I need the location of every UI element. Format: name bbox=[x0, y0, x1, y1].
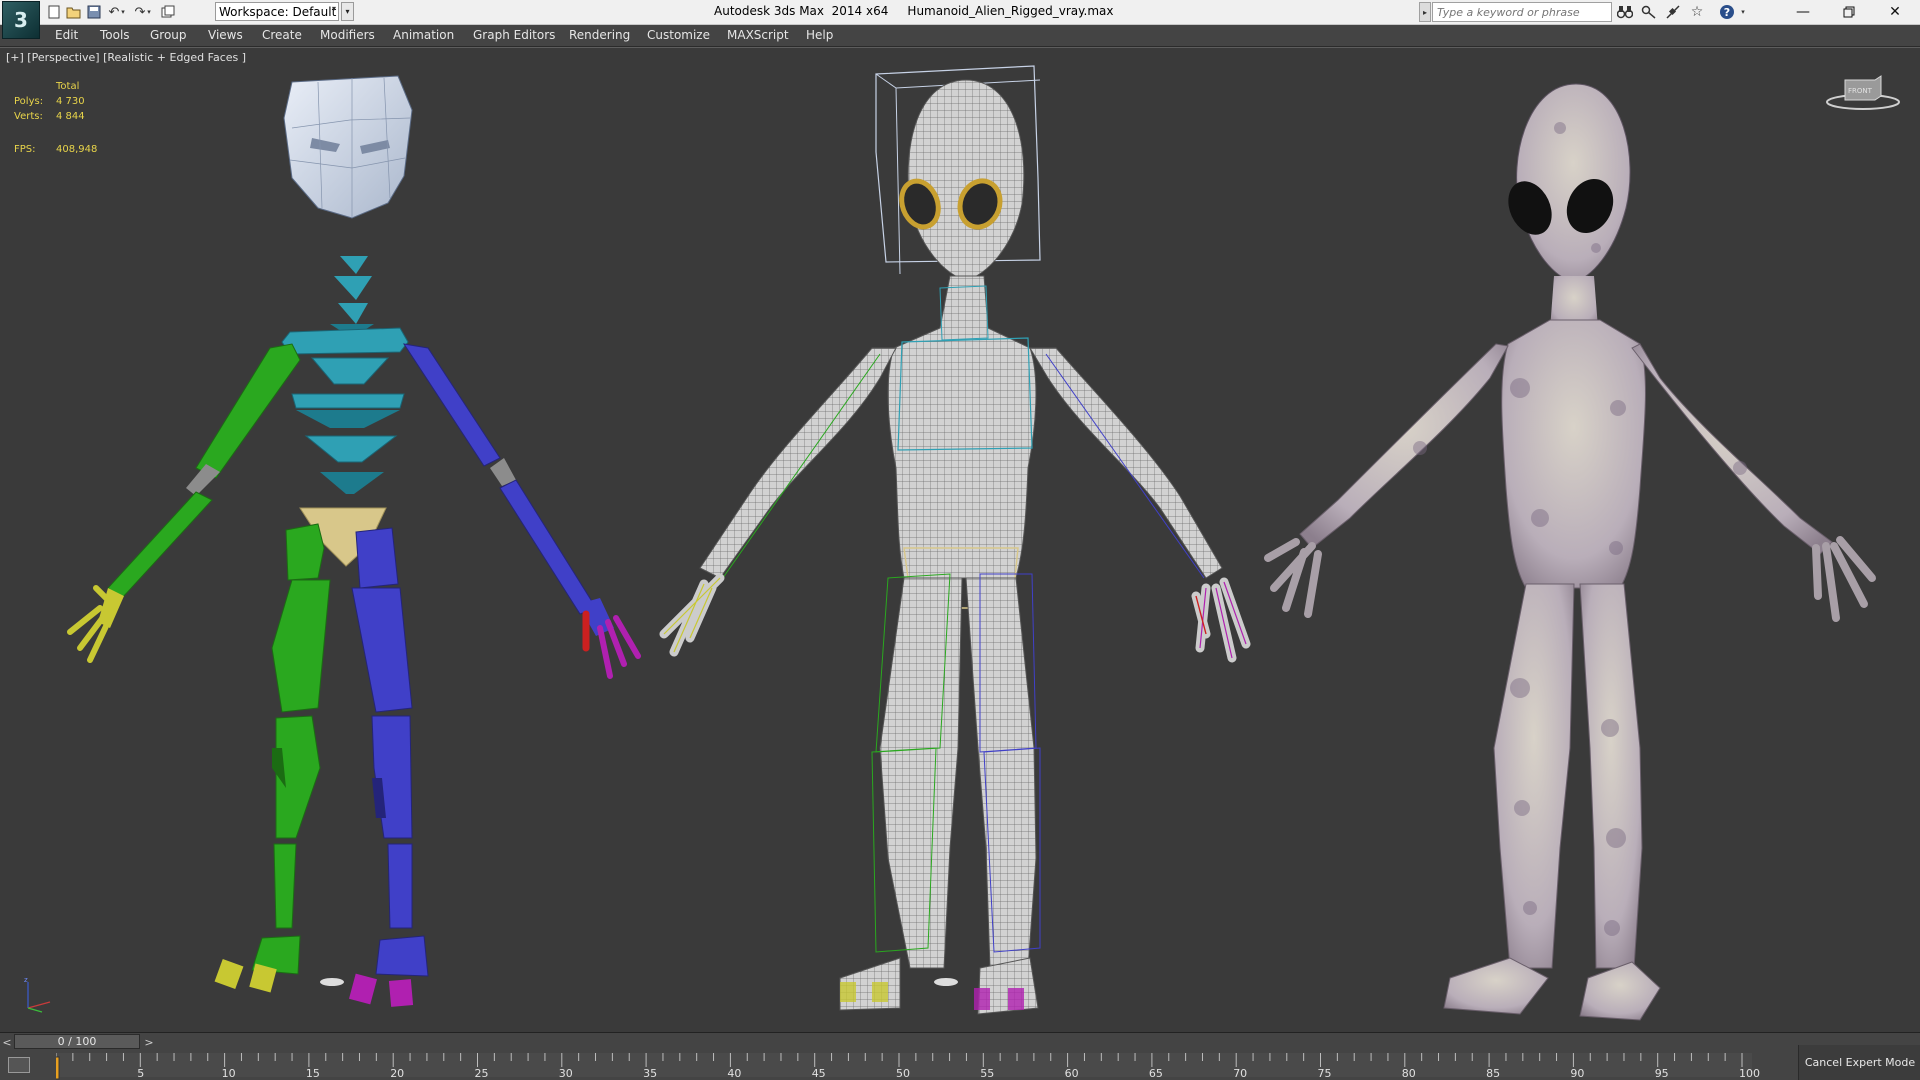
ruler-tick-label: 35 bbox=[643, 1067, 657, 1080]
help-dropdown-icon[interactable]: ▾ bbox=[1738, 2, 1748, 22]
stats-fps-value: 408,948 bbox=[56, 144, 98, 155]
workspace-select[interactable]: Workspace: Default ▾ bbox=[215, 2, 339, 21]
ruler-tick-label: 20 bbox=[390, 1067, 404, 1080]
ruler-tick-label: 5 bbox=[137, 1067, 144, 1080]
ruler-tick-label: 85 bbox=[1486, 1067, 1500, 1080]
time-slider-bar: < 0 / 100 > bbox=[0, 1032, 1920, 1051]
ruler-tick-label: 95 bbox=[1655, 1067, 1669, 1080]
menu-help[interactable]: Help bbox=[806, 28, 833, 42]
new-file-icon[interactable] bbox=[44, 2, 64, 22]
ruler-tick-label: 50 bbox=[896, 1067, 910, 1080]
app-logo-glyph: 3 bbox=[14, 8, 28, 32]
svg-text:?: ? bbox=[1724, 6, 1730, 19]
open-file-icon[interactable] bbox=[64, 2, 84, 22]
binoculars-icon[interactable] bbox=[1614, 2, 1636, 22]
save-icon[interactable] bbox=[84, 2, 104, 22]
restore-button[interactable] bbox=[1826, 0, 1872, 24]
menu-animation[interactable]: Animation bbox=[393, 28, 454, 42]
next-frame-button[interactable]: > bbox=[142, 1034, 156, 1050]
ruler-tick-label: 30 bbox=[559, 1067, 573, 1080]
satellite-icon[interactable] bbox=[1662, 2, 1684, 22]
menu-bar: Edit Tools Group Views Create Modifiers … bbox=[0, 25, 1920, 47]
ruler-tick-label: 25 bbox=[475, 1067, 489, 1080]
stats-verts-label: Verts: bbox=[14, 111, 43, 122]
minimize-button[interactable]: — bbox=[1780, 0, 1826, 24]
chevron-down-icon: ▾ bbox=[331, 4, 336, 13]
menu-create[interactable]: Create bbox=[262, 28, 302, 42]
title-bar: ↶ ▾ ↷ ▾ Workspace: Default ▾ ▾ Autodesk … bbox=[0, 0, 1920, 25]
ruler-tick-label: 55 bbox=[980, 1067, 994, 1080]
biped-skeleton[interactable] bbox=[67, 75, 641, 1007]
stats-total-label: Total bbox=[56, 81, 80, 92]
ruler-tick-label: 65 bbox=[1149, 1067, 1163, 1080]
stats-fps-label: FPS: bbox=[14, 144, 36, 155]
ruler-tick-label: 60 bbox=[1065, 1067, 1079, 1080]
stats-polys-value: 4 730 bbox=[56, 96, 85, 107]
ruler-tick-label: 100 bbox=[1739, 1067, 1760, 1080]
help-icon[interactable]: ? bbox=[1716, 2, 1738, 22]
project-folder-icon[interactable] bbox=[158, 2, 178, 22]
axis-tripod-icon: z bbox=[24, 976, 51, 1013]
current-frame-marker[interactable] bbox=[56, 1056, 60, 1080]
frame-ruler[interactable]: 5 10 15 20 25 30 35 40 45 50 55 60 65 70 75 80 85 90 95 100 bbox=[56, 1051, 1796, 1080]
menu-views[interactable]: Views bbox=[208, 28, 243, 42]
window-title: Autodesk 3ds Max 2014 x64 Humanoid_Alien… bbox=[714, 4, 1114, 18]
track-bar-menu-icon[interactable] bbox=[8, 1057, 30, 1073]
viewcube-face-label: FRONT bbox=[1848, 87, 1873, 95]
app-logo[interactable]: 3 bbox=[2, 1, 40, 39]
menu-customize[interactable]: Customize bbox=[647, 28, 710, 42]
wireframe-alien-mesh[interactable] bbox=[659, 65, 1251, 1015]
stats-verts-value: 4 844 bbox=[56, 111, 85, 122]
menu-modifiers[interactable]: Modifiers bbox=[320, 28, 375, 42]
workspace-label: Workspace: Default bbox=[219, 4, 337, 19]
textured-alien-model[interactable] bbox=[1264, 83, 1876, 1021]
menu-maxscript[interactable]: MAXScript bbox=[727, 28, 789, 42]
ruler-tick-label: 45 bbox=[812, 1067, 826, 1080]
ruler-tick-label: 40 bbox=[727, 1067, 741, 1080]
cancel-expert-mode-button[interactable]: Cancel Expert Mode bbox=[1798, 1045, 1920, 1080]
ruler-tick-label: 75 bbox=[1318, 1067, 1332, 1080]
menu-rendering[interactable]: Rendering bbox=[569, 28, 630, 42]
menu-graph-editors[interactable]: Graph Editors bbox=[473, 28, 555, 42]
svg-text:z: z bbox=[24, 976, 28, 984]
scene-canvas[interactable] bbox=[0, 48, 1920, 1033]
close-button[interactable]: ✕ bbox=[1872, 0, 1918, 24]
time-slider[interactable]: 0 / 100 bbox=[14, 1034, 140, 1049]
ruler-tick-label: 70 bbox=[1233, 1067, 1247, 1080]
star-icon[interactable]: ☆ bbox=[1686, 2, 1708, 22]
menu-group[interactable]: Group bbox=[150, 28, 187, 42]
workspace-menu-button[interactable]: ▾ bbox=[341, 2, 354, 21]
viewport-label[interactable]: [+] [Perspective] [Realistic + Edged Fac… bbox=[6, 51, 246, 64]
key-icon[interactable] bbox=[1638, 2, 1660, 22]
search-collapse-button[interactable]: ▸ bbox=[1419, 2, 1431, 22]
redo-dropdown-icon[interactable]: ▾ bbox=[144, 2, 154, 22]
viewcube-icon[interactable]: FRONT bbox=[1823, 72, 1903, 112]
menu-tools[interactable]: Tools bbox=[100, 28, 130, 42]
track-bar[interactable]: 5 10 15 20 25 30 35 40 45 50 55 60 65 70 75 80 85 90 95 100 bbox=[0, 1051, 1920, 1080]
ruler-tick-label: 90 bbox=[1570, 1067, 1584, 1080]
ruler-tick-label: 15 bbox=[306, 1067, 320, 1080]
menu-edit[interactable]: Edit bbox=[55, 28, 78, 42]
undo-dropdown-icon[interactable]: ▾ bbox=[118, 2, 128, 22]
ruler-tick-label: 80 bbox=[1402, 1067, 1416, 1080]
perspective-viewport[interactable]: [+] [Perspective] [Realistic + Edged Fac… bbox=[0, 47, 1920, 1033]
previous-frame-button[interactable]: < bbox=[0, 1034, 14, 1050]
search-input[interactable] bbox=[1432, 2, 1612, 22]
ruler-tick-label: 10 bbox=[222, 1067, 236, 1080]
stats-polys-label: Polys: bbox=[14, 96, 44, 107]
